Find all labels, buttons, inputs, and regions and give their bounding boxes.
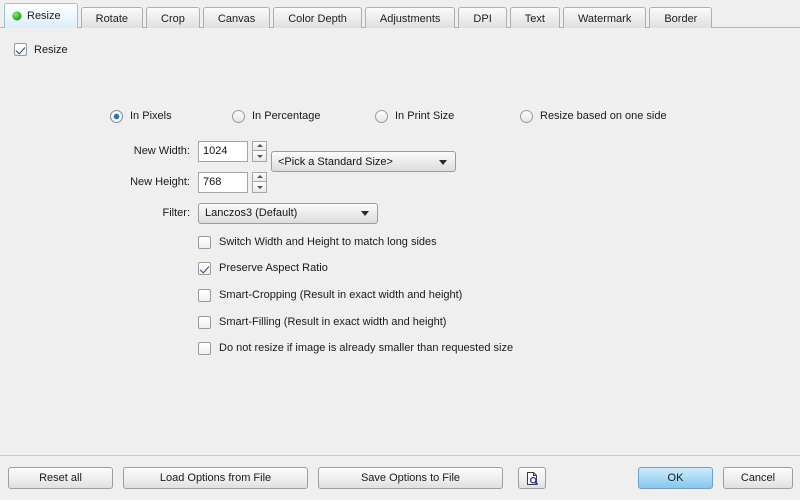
resize-enable-label: Resize [34, 44, 68, 56]
new-height-input[interactable] [198, 172, 248, 193]
green-led-icon [13, 12, 21, 20]
tab-color-depth[interactable]: Color Depth [273, 7, 362, 30]
spinner-up-icon[interactable] [252, 141, 267, 152]
standard-size-value: <Pick a Standard Size> [278, 156, 393, 168]
option-label: Do not resize if image is already smalle… [219, 342, 513, 354]
spinner-up-icon[interactable] [252, 172, 267, 183]
cancel-button[interactable]: Cancel [723, 467, 793, 489]
option-switch-width-height[interactable]: Switch Width and Height to match long si… [198, 235, 437, 249]
save-options-to-file-button[interactable]: Save Options to File [318, 467, 503, 489]
new-width-spin-buttons[interactable] [252, 141, 267, 162]
tab-text[interactable]: Text [510, 7, 560, 30]
tab-resize[interactable]: Resize [4, 3, 78, 28]
document-preview-magnifier-icon [525, 471, 540, 486]
chevron-down-icon [361, 211, 369, 216]
filter-dropdown[interactable]: Lanczos3 (Default) [198, 203, 378, 224]
tab-watermark[interactable]: Watermark [563, 7, 646, 30]
radio-label: Resize based on one side [540, 110, 667, 122]
option-label: Switch Width and Height to match long si… [219, 236, 437, 248]
tab-dpi[interactable]: DPI [458, 7, 506, 30]
filter-value: Lanczos3 (Default) [205, 207, 297, 219]
tab-label: Crop [161, 13, 185, 25]
ok-button[interactable]: OK [638, 467, 713, 489]
radio-in-pixels[interactable]: In Pixels [110, 108, 172, 124]
radio-in-percentage[interactable]: In Percentage [232, 108, 321, 124]
new-width-input[interactable] [198, 141, 248, 162]
filter-row: Filter: Lanczos3 (Default) [0, 202, 378, 224]
tab-label: Border [664, 13, 697, 25]
resize-settings-panel: Resize In Pixels In Percentage In Print … [0, 28, 800, 455]
tab-label: Color Depth [288, 13, 347, 25]
dialog-footer: Reset all Load Options from File Save Op… [0, 455, 800, 500]
radio-dot-icon [375, 110, 388, 123]
resize-mode-radio-group: In Pixels In Percentage In Print Size Re… [0, 108, 800, 124]
tab-label: Watermark [578, 13, 631, 25]
new-height-label: New Height: [0, 176, 198, 188]
new-width-label: New Width: [0, 145, 198, 157]
tab-label: DPI [473, 13, 491, 25]
tab-bar: Resize Rotate Crop Canvas Color Depth Ad… [0, 0, 800, 28]
radio-label: In Percentage [252, 110, 321, 122]
option-label: Preserve Aspect Ratio [219, 262, 328, 274]
option-preserve-aspect-ratio[interactable]: Preserve Aspect Ratio [198, 261, 328, 275]
option-label: Smart-Cropping (Result in exact width an… [219, 289, 462, 301]
checkbox-box-icon [198, 316, 211, 329]
tab-canvas[interactable]: Canvas [203, 7, 270, 30]
checkbox-box-icon [14, 43, 27, 56]
radio-in-print-size[interactable]: In Print Size [375, 108, 454, 124]
tab-label: Text [525, 13, 545, 25]
new-height-spin-buttons[interactable] [252, 172, 267, 193]
checkbox-box-icon [198, 342, 211, 355]
checkbox-box-icon [198, 236, 211, 249]
tab-adjustments[interactable]: Adjustments [365, 7, 456, 30]
preview-button[interactable] [518, 467, 546, 489]
new-width-row: New Width: [0, 140, 267, 162]
radio-dot-icon [110, 110, 123, 123]
radio-label: In Pixels [130, 110, 172, 122]
tab-crop[interactable]: Crop [146, 7, 200, 30]
tab-rotate[interactable]: Rotate [81, 7, 143, 30]
new-height-row: New Height: [0, 171, 267, 193]
option-smart-cropping[interactable]: Smart-Cropping (Result in exact width an… [198, 288, 462, 302]
radio-dot-icon [520, 110, 533, 123]
resize-enable-checkbox[interactable]: Resize [14, 43, 68, 56]
radio-dot-icon [232, 110, 245, 123]
new-height-stepper[interactable] [198, 172, 267, 193]
tab-label: Resize [27, 10, 61, 22]
checkbox-box-icon [198, 262, 211, 275]
checkbox-box-icon [198, 289, 211, 302]
option-label: Smart-Filling (Result in exact width and… [219, 316, 446, 328]
load-options-from-file-button[interactable]: Load Options from File [123, 467, 308, 489]
tab-label: Rotate [96, 13, 128, 25]
tab-label: Adjustments [380, 13, 441, 25]
new-width-stepper[interactable] [198, 141, 267, 162]
tab-border[interactable]: Border [649, 7, 712, 30]
filter-label: Filter: [0, 207, 198, 219]
radio-label: In Print Size [395, 110, 454, 122]
spinner-down-icon[interactable] [252, 182, 267, 193]
tab-label: Canvas [218, 13, 255, 25]
spinner-down-icon[interactable] [252, 151, 267, 162]
option-do-not-resize-if-smaller[interactable]: Do not resize if image is already smalle… [198, 341, 513, 355]
standard-size-dropdown[interactable]: <Pick a Standard Size> [271, 151, 456, 172]
radio-resize-based-on-one-side[interactable]: Resize based on one side [520, 108, 667, 124]
chevron-down-icon [439, 160, 447, 165]
tab-strip: Resize Rotate Crop Canvas Color Depth Ad… [4, 3, 715, 28]
option-smart-filling[interactable]: Smart-Filling (Result in exact width and… [198, 315, 446, 329]
reset-all-button[interactable]: Reset all [8, 467, 113, 489]
